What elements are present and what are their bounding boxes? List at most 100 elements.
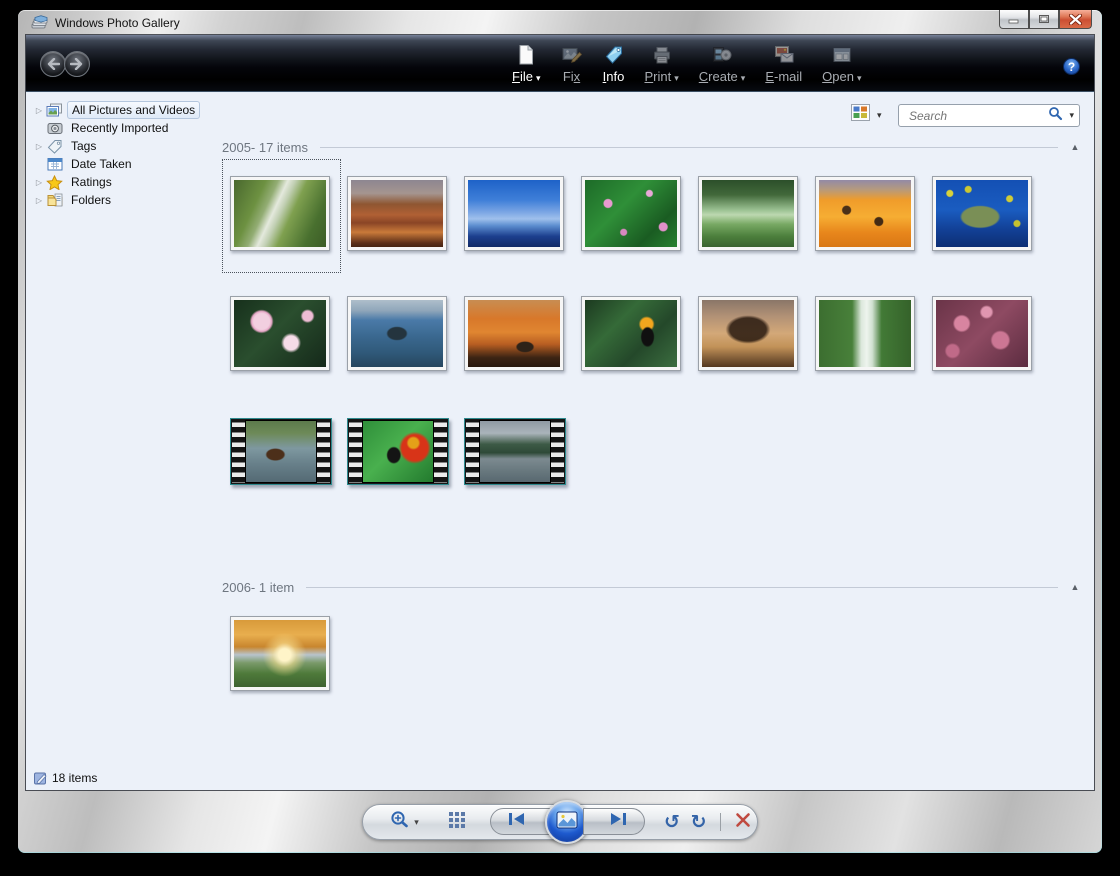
thumbnail-whale[interactable]: [347, 296, 464, 371]
toolbar-item-label: Info: [602, 69, 625, 84]
table-of-contents-icon[interactable]: [34, 772, 48, 785]
photo-image: [234, 620, 326, 687]
thumbnail-view-button[interactable]: [442, 807, 472, 837]
thumbnail-bear[interactable]: [230, 418, 347, 489]
expander-arrow-icon[interactable]: ▷: [32, 178, 46, 187]
thumbnail-oryx[interactable]: [464, 296, 581, 371]
search-box[interactable]: ▾: [898, 104, 1080, 127]
titlebar: Windows Photo Gallery: [18, 10, 1102, 35]
item-count: 18 items: [52, 771, 98, 785]
thumbnail-winterleaves[interactable]: [932, 296, 1049, 371]
photo-frame: [230, 176, 330, 251]
sidebar-item-label: Ratings: [71, 175, 112, 189]
thumbnail-lake[interactable]: [464, 418, 581, 489]
next-button[interactable]: [582, 808, 645, 835]
forward-button[interactable]: [64, 51, 90, 77]
open-icon: [831, 42, 853, 66]
search-input[interactable]: [907, 107, 1049, 124]
toolbar-item-label: Print ▾: [644, 69, 679, 84]
sidebar-item-folders[interactable]: ▷ Folders: [32, 191, 222, 209]
toolbar-item-open[interactable]: Open ▾: [812, 40, 871, 86]
chevron-down-icon: ▾: [535, 73, 541, 83]
view-options-button[interactable]: ▾: [851, 104, 882, 126]
grid-icon: [448, 811, 466, 834]
photo-frame: [464, 176, 564, 251]
chevron-down-icon: ▾: [740, 73, 746, 83]
thumbnail-frangipani[interactable]: [230, 296, 347, 371]
delete-button[interactable]: [729, 807, 757, 837]
thumbnail-tree[interactable]: [698, 296, 815, 371]
gallery-group: 2006- 1 item ▲: [222, 579, 1082, 736]
expander-arrow-icon[interactable]: ▷: [32, 142, 46, 151]
group-header: 2006- 1 item ▲: [222, 579, 1082, 595]
photo-image: [936, 180, 1028, 247]
photo-frame: [698, 296, 798, 371]
sidebar-item-date-taken[interactable]: Date Taken: [32, 155, 222, 173]
toolbar-item-email[interactable]: E-mail: [755, 40, 812, 86]
video-still-image: [479, 420, 551, 483]
thumbnail-autumn[interactable]: [230, 616, 347, 691]
chevron-down-icon: ▾: [674, 73, 679, 83]
thumbnail-toucan[interactable]: [581, 296, 698, 371]
rotate-counterclockwise-button[interactable]: ↺: [659, 807, 686, 837]
toolbar-item-info[interactable]: Info: [593, 40, 635, 86]
thumbnail-turtle[interactable]: [932, 176, 1049, 251]
thumbnail-grid: [222, 616, 1052, 736]
photo-frame: [698, 176, 798, 251]
photo-image: [351, 300, 443, 367]
photo-frame: [815, 176, 915, 251]
thumbnail-garden[interactable]: [815, 176, 932, 251]
toolbar-item-file[interactable]: File ▾: [502, 40, 551, 86]
navigation-sidebar: ▷ All Pictures and Videos Recently Importe…: [32, 101, 222, 209]
thumbnail-desert[interactable]: [347, 176, 464, 251]
delete-x-icon: [735, 812, 751, 833]
photo-image: [234, 300, 326, 367]
collapse-group-button[interactable]: ▲: [1068, 582, 1082, 592]
maximize-button[interactable]: [1029, 10, 1059, 29]
thumbnail-butterfly[interactable]: [347, 418, 464, 489]
search-icon: [1048, 106, 1063, 126]
minimize-button[interactable]: [999, 10, 1029, 29]
photo-image: [819, 300, 911, 367]
statusbar: 18 items: [34, 771, 97, 785]
close-button[interactable]: [1059, 10, 1092, 29]
thumbnail-dock[interactable]: [464, 176, 581, 251]
previous-button[interactable]: [490, 808, 552, 835]
expander-arrow-icon[interactable]: ▷: [32, 106, 46, 115]
sidebar-item-all-pictures-and-videos[interactable]: ▷ All Pictures and Videos: [32, 101, 222, 119]
sidebar-item-label: All Pictures and Videos: [67, 101, 201, 119]
video-still-image: [245, 420, 317, 483]
toolbar-item-fix[interactable]: Fix: [551, 40, 593, 86]
rotate-clockwise-button[interactable]: ↻: [685, 807, 712, 837]
photos-icon: [46, 103, 63, 118]
back-button[interactable]: [40, 51, 66, 77]
thumbnail-forestflowers[interactable]: [581, 176, 698, 251]
sidebar-item-recently-imported[interactable]: Recently Imported: [32, 119, 222, 137]
control-bar: ▾ ↺ ↻: [362, 800, 758, 844]
search-dropdown-icon[interactable]: ▾: [1069, 110, 1074, 121]
thumbnail-forest[interactable]: [698, 176, 815, 251]
help-button[interactable]: ?: [1063, 58, 1080, 75]
gallery: 2005- 17 items ▲ 2006- 1 item ▲: [222, 139, 1082, 736]
photo-image: [585, 180, 677, 247]
video-thumbnail-frame: [347, 418, 449, 485]
slideshow-icon: [556, 811, 578, 834]
sidebar-item-ratings[interactable]: ▷ Ratings: [32, 173, 222, 191]
collapse-group-button[interactable]: ▲: [1068, 142, 1082, 152]
thumbnail-creek[interactable]: [222, 159, 347, 273]
camera-icon: [46, 121, 63, 136]
thumbnail-waterfall[interactable]: [815, 296, 932, 371]
email-icon: [773, 42, 795, 66]
photo-gallery-window: Windows Photo Gallery File ▾ Fix Info Print ▾…: [18, 10, 1102, 853]
toolbar-item-print[interactable]: Print ▾: [635, 40, 689, 86]
photo-frame: [581, 296, 681, 371]
filmstrip-edge: [349, 420, 362, 483]
toolbar-item-create[interactable]: Create ▾: [689, 40, 756, 86]
zoom-button[interactable]: ▾: [385, 807, 424, 837]
toolbar-item-label: E-mail: [765, 69, 803, 84]
toolbar-item-label: Open ▾: [822, 69, 862, 84]
expander-arrow-icon[interactable]: ▷: [32, 196, 46, 205]
toolbar-item-label: File ▾: [512, 69, 541, 84]
sidebar-item-label: Date Taken: [71, 157, 132, 171]
sidebar-item-tags[interactable]: ▷ Tags: [32, 137, 222, 155]
